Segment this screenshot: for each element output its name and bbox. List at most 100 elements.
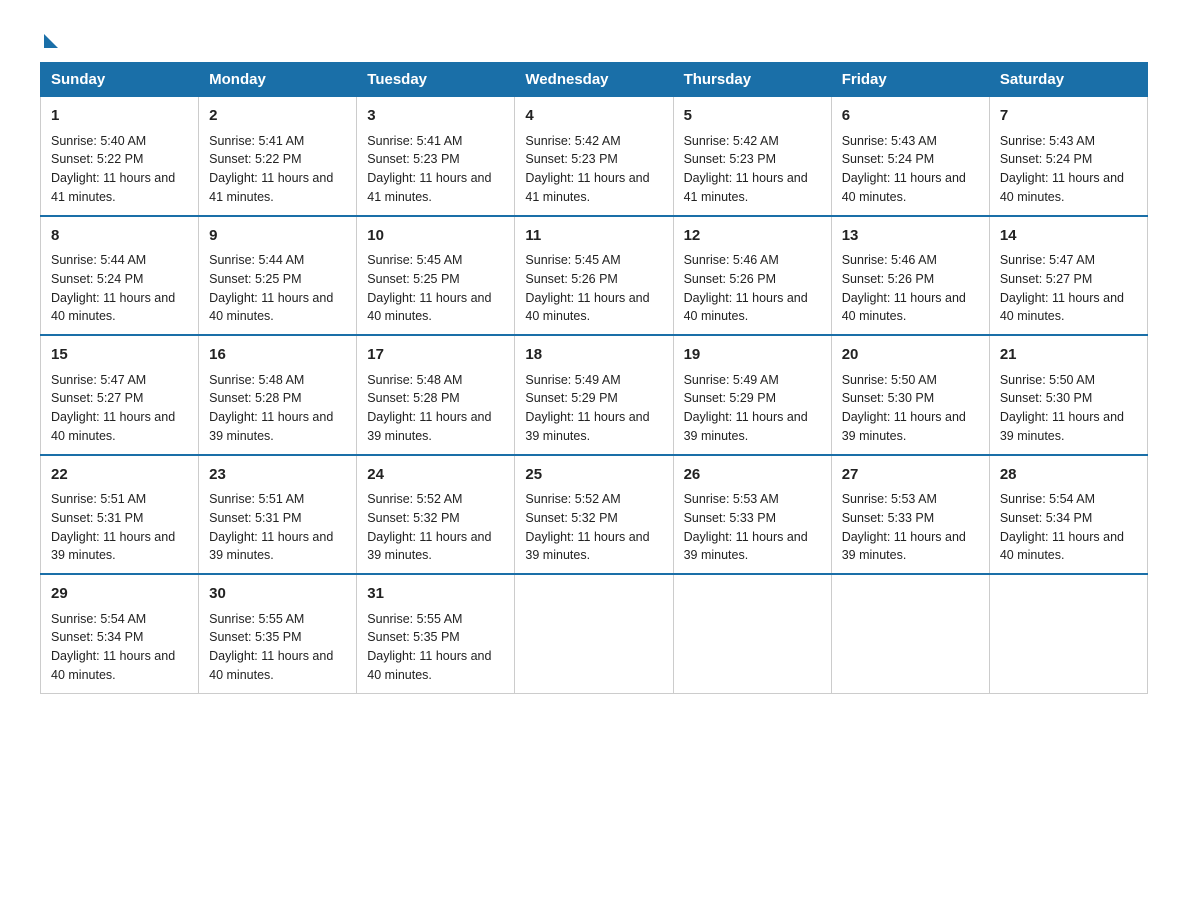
sunset-text: Sunset: 5:24 PM — [842, 152, 934, 166]
sunset-text: Sunset: 5:23 PM — [525, 152, 617, 166]
day-number: 1 — [51, 105, 188, 128]
sunrise-text: Sunrise: 5:42 AM — [525, 134, 620, 148]
day-number: 15 — [51, 344, 188, 367]
day-number: 11 — [525, 225, 662, 248]
calendar-cell: 6Sunrise: 5:43 AMSunset: 5:24 PMDaylight… — [831, 97, 989, 216]
sunrise-text: Sunrise: 5:46 AM — [842, 253, 937, 267]
calendar-cell: 24Sunrise: 5:52 AMSunset: 5:32 PMDayligh… — [357, 455, 515, 575]
calendar-cell: 30Sunrise: 5:55 AMSunset: 5:35 PMDayligh… — [199, 574, 357, 693]
sunrise-text: Sunrise: 5:52 AM — [367, 492, 462, 506]
calendar-cell: 5Sunrise: 5:42 AMSunset: 5:23 PMDaylight… — [673, 97, 831, 216]
calendar-cell — [673, 574, 831, 693]
sunset-text: Sunset: 5:28 PM — [367, 391, 459, 405]
calendar-cell: 31Sunrise: 5:55 AMSunset: 5:35 PMDayligh… — [357, 574, 515, 693]
day-number: 13 — [842, 225, 979, 248]
sunrise-text: Sunrise: 5:53 AM — [842, 492, 937, 506]
day-number: 3 — [367, 105, 504, 128]
calendar-cell: 21Sunrise: 5:50 AMSunset: 5:30 PMDayligh… — [989, 335, 1147, 455]
calendar-cell: 8Sunrise: 5:44 AMSunset: 5:24 PMDaylight… — [41, 216, 199, 336]
calendar-cell: 25Sunrise: 5:52 AMSunset: 5:32 PMDayligh… — [515, 455, 673, 575]
calendar-week-row: 8Sunrise: 5:44 AMSunset: 5:24 PMDaylight… — [41, 216, 1148, 336]
calendar-header-row: SundayMondayTuesdayWednesdayThursdayFrid… — [41, 63, 1148, 97]
sunrise-text: Sunrise: 5:53 AM — [684, 492, 779, 506]
sunset-text: Sunset: 5:22 PM — [51, 152, 143, 166]
sunrise-text: Sunrise: 5:51 AM — [209, 492, 304, 506]
day-number: 29 — [51, 583, 188, 606]
calendar-cell: 29Sunrise: 5:54 AMSunset: 5:34 PMDayligh… — [41, 574, 199, 693]
column-header-thursday: Thursday — [673, 63, 831, 97]
logo-arrow-icon — [44, 34, 58, 48]
day-number: 14 — [1000, 225, 1137, 248]
calendar-week-row: 1 Sunrise: 5:40 AM Sunset: 5:22 PM Daylight… — [41, 97, 1148, 216]
day-number: 9 — [209, 225, 346, 248]
column-header-monday: Monday — [199, 63, 357, 97]
daylight-text: Daylight: 11 hours and 41 minutes. — [51, 171, 175, 204]
sunrise-text: Sunrise: 5:43 AM — [1000, 134, 1095, 148]
sunset-text: Sunset: 5:29 PM — [684, 391, 776, 405]
sunset-text: Sunset: 5:31 PM — [209, 511, 301, 525]
sunset-text: Sunset: 5:35 PM — [367, 630, 459, 644]
sunset-text: Sunset: 5:27 PM — [51, 391, 143, 405]
day-number: 4 — [525, 105, 662, 128]
calendar-cell — [515, 574, 673, 693]
sunrise-text: Sunrise: 5:50 AM — [842, 373, 937, 387]
daylight-text: Daylight: 11 hours and 41 minutes. — [367, 171, 491, 204]
day-number: 18 — [525, 344, 662, 367]
sunrise-text: Sunrise: 5:55 AM — [367, 612, 462, 626]
sunrise-text: Sunrise: 5:50 AM — [1000, 373, 1095, 387]
sunrise-text: Sunrise: 5:45 AM — [525, 253, 620, 267]
calendar-cell: 22Sunrise: 5:51 AMSunset: 5:31 PMDayligh… — [41, 455, 199, 575]
day-number: 19 — [684, 344, 821, 367]
daylight-text: Daylight: 11 hours and 40 minutes. — [1000, 291, 1124, 324]
sunset-text: Sunset: 5:25 PM — [209, 272, 301, 286]
daylight-text: Daylight: 11 hours and 39 minutes. — [367, 410, 491, 443]
sunrise-text: Sunrise: 5:48 AM — [367, 373, 462, 387]
sunrise-text: Sunrise: 5:52 AM — [525, 492, 620, 506]
calendar-cell: 3Sunrise: 5:41 AMSunset: 5:23 PMDaylight… — [357, 97, 515, 216]
daylight-text: Daylight: 11 hours and 41 minutes. — [525, 171, 649, 204]
day-number: 31 — [367, 583, 504, 606]
daylight-text: Daylight: 11 hours and 40 minutes. — [525, 291, 649, 324]
daylight-text: Daylight: 11 hours and 39 minutes. — [525, 410, 649, 443]
sunset-text: Sunset: 5:32 PM — [367, 511, 459, 525]
calendar-cell: 13 Sunrise: 5:46 AM Sunset: 5:26 PM Dayligh… — [831, 216, 989, 336]
sunrise-text: Sunrise: 5:45 AM — [367, 253, 462, 267]
sunset-text: Sunset: 5:26 PM — [684, 272, 776, 286]
day-number: 16 — [209, 344, 346, 367]
sunset-text: Sunset: 5:23 PM — [367, 152, 459, 166]
sunrise-text: Sunrise: 5:54 AM — [1000, 492, 1095, 506]
column-header-friday: Friday — [831, 63, 989, 97]
calendar-cell: 28 Sunrise: 5:54 AM Sunset: 5:34 PM Dayligh… — [989, 455, 1147, 575]
sunset-text: Sunset: 5:24 PM — [1000, 152, 1092, 166]
sunrise-text: Sunrise: 5:55 AM — [209, 612, 304, 626]
sunset-text: Sunset: 5:33 PM — [842, 511, 934, 525]
sunrise-text: Sunrise: 5:49 AM — [525, 373, 620, 387]
sunset-text: Sunset: 5:26 PM — [842, 272, 934, 286]
sunset-text: Sunset: 5:32 PM — [525, 511, 617, 525]
daylight-text: Daylight: 11 hours and 39 minutes. — [367, 530, 491, 563]
daylight-text: Daylight: 11 hours and 40 minutes. — [1000, 530, 1124, 563]
day-number: 7 — [1000, 105, 1137, 128]
sunrise-text: Sunrise: 5:42 AM — [684, 134, 779, 148]
calendar-cell: 14Sunrise: 5:47 AMSunset: 5:27 PMDayligh… — [989, 216, 1147, 336]
day-number: 28 — [1000, 464, 1137, 487]
day-number: 6 — [842, 105, 979, 128]
day-number: 5 — [684, 105, 821, 128]
sunrise-text: Sunrise: 5:41 AM — [209, 134, 304, 148]
sunset-text: Sunset: 5:34 PM — [1000, 511, 1092, 525]
sunrise-text: Sunrise: 5:40 AM — [51, 134, 146, 148]
sunset-text: Sunset: 5:34 PM — [51, 630, 143, 644]
day-number: 23 — [209, 464, 346, 487]
day-number: 26 — [684, 464, 821, 487]
sunset-text: Sunset: 5:35 PM — [209, 630, 301, 644]
daylight-text: Daylight: 11 hours and 40 minutes. — [684, 291, 808, 324]
day-number: 12 — [684, 225, 821, 248]
sunset-text: Sunset: 5:22 PM — [209, 152, 301, 166]
daylight-text: Daylight: 11 hours and 40 minutes. — [842, 171, 966, 204]
calendar-cell: 23Sunrise: 5:51 AMSunset: 5:31 PMDayligh… — [199, 455, 357, 575]
day-number: 17 — [367, 344, 504, 367]
daylight-text: Daylight: 11 hours and 39 minutes. — [525, 530, 649, 563]
calendar-cell: 10Sunrise: 5:45 AMSunset: 5:25 PMDayligh… — [357, 216, 515, 336]
daylight-text: Daylight: 11 hours and 40 minutes. — [842, 291, 966, 324]
daylight-text: Daylight: 11 hours and 40 minutes. — [209, 649, 333, 682]
